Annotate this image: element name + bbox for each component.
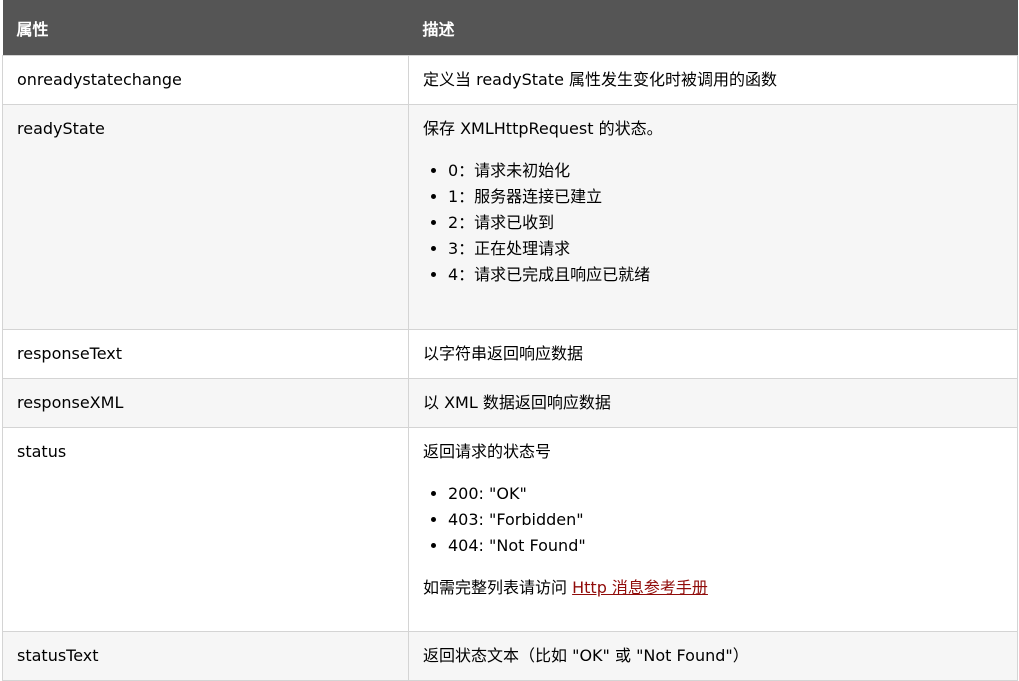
description-cell: 以字符串返回响应数据: [408, 329, 1018, 379]
description-cell: 以 XML 数据返回响应数据: [408, 378, 1018, 428]
list-item: 200: "OK": [448, 481, 1005, 507]
reference-note-text: 如需完整列表请访问: [423, 578, 568, 597]
property-cell: readyState: [2, 104, 409, 330]
list-item: 1：服务器连接已建立: [448, 184, 1005, 210]
http-reference-link[interactable]: Http 消息参考手册: [572, 578, 708, 597]
description-text: 返回状态文本（比如 "OK" 或 "Not Found"）: [423, 646, 749, 665]
description-cell: 保存 XMLHttpRequest 的状态。 0：请求未初始化 1：服务器连接已…: [408, 104, 1018, 330]
header-description: 描述: [408, 0, 1018, 56]
xmlhttprequest-properties-table: 属性 描述 onreadystatechange 定义当 readyState …: [2, 0, 1018, 681]
state-list: 0：请求未初始化 1：服务器连接已建立 2：请求已收到 3：正在处理请求 4：请…: [423, 158, 1005, 288]
description-cell: 返回状态文本（比如 "OK" 或 "Not Found"）: [408, 631, 1018, 681]
description-text: 返回请求的状态号: [423, 442, 552, 461]
description-text: 以 XML 数据返回响应数据: [423, 393, 611, 412]
table-row: responseXML 以 XML 数据返回响应数据: [2, 378, 1018, 428]
property-cell: responseXML: [2, 378, 409, 428]
list-item: 403: "Forbidden": [448, 507, 1005, 533]
table-row: statusText 返回状态文本（比如 "OK" 或 "Not Found"）: [2, 631, 1018, 681]
description-text: 保存 XMLHttpRequest 的状态。: [423, 119, 663, 138]
reference-note: 如需完整列表请访问 Http 消息参考手册: [423, 575, 1005, 601]
description-cell: 定义当 readyState 属性发生变化时被调用的函数: [408, 55, 1018, 105]
list-item: 2：请求已收到: [448, 210, 1005, 236]
page: 属性 描述 onreadystatechange 定义当 readyState …: [2, 0, 1018, 681]
table-row: readyState 保存 XMLHttpRequest 的状态。 0：请求未初…: [2, 104, 1018, 330]
table-header-row: 属性 描述: [2, 0, 1018, 56]
description-cell: 返回请求的状态号 200: "OK" 403: "Forbidden" 404:…: [408, 427, 1018, 632]
list-item: 0：请求未初始化: [448, 158, 1005, 184]
header-property: 属性: [2, 0, 409, 56]
property-cell: status: [2, 427, 409, 632]
table-row: responseText 以字符串返回响应数据: [2, 329, 1018, 379]
status-code-list: 200: "OK" 403: "Forbidden" 404: "Not Fou…: [423, 481, 1005, 559]
table-row: status 返回请求的状态号 200: "OK" 403: "Forbidde…: [2, 427, 1018, 632]
description-text: 定义当 readyState 属性发生变化时被调用的函数: [423, 70, 778, 89]
list-item: 3：正在处理请求: [448, 236, 1005, 262]
list-item: 404: "Not Found": [448, 533, 1005, 559]
property-cell: statusText: [2, 631, 409, 681]
list-item: 4：请求已完成且响应已就绪: [448, 262, 1005, 288]
property-cell: onreadystatechange: [2, 55, 409, 105]
table-row: onreadystatechange 定义当 readyState 属性发生变化…: [2, 55, 1018, 105]
description-text: 以字符串返回响应数据: [423, 344, 584, 363]
property-cell: responseText: [2, 329, 409, 379]
